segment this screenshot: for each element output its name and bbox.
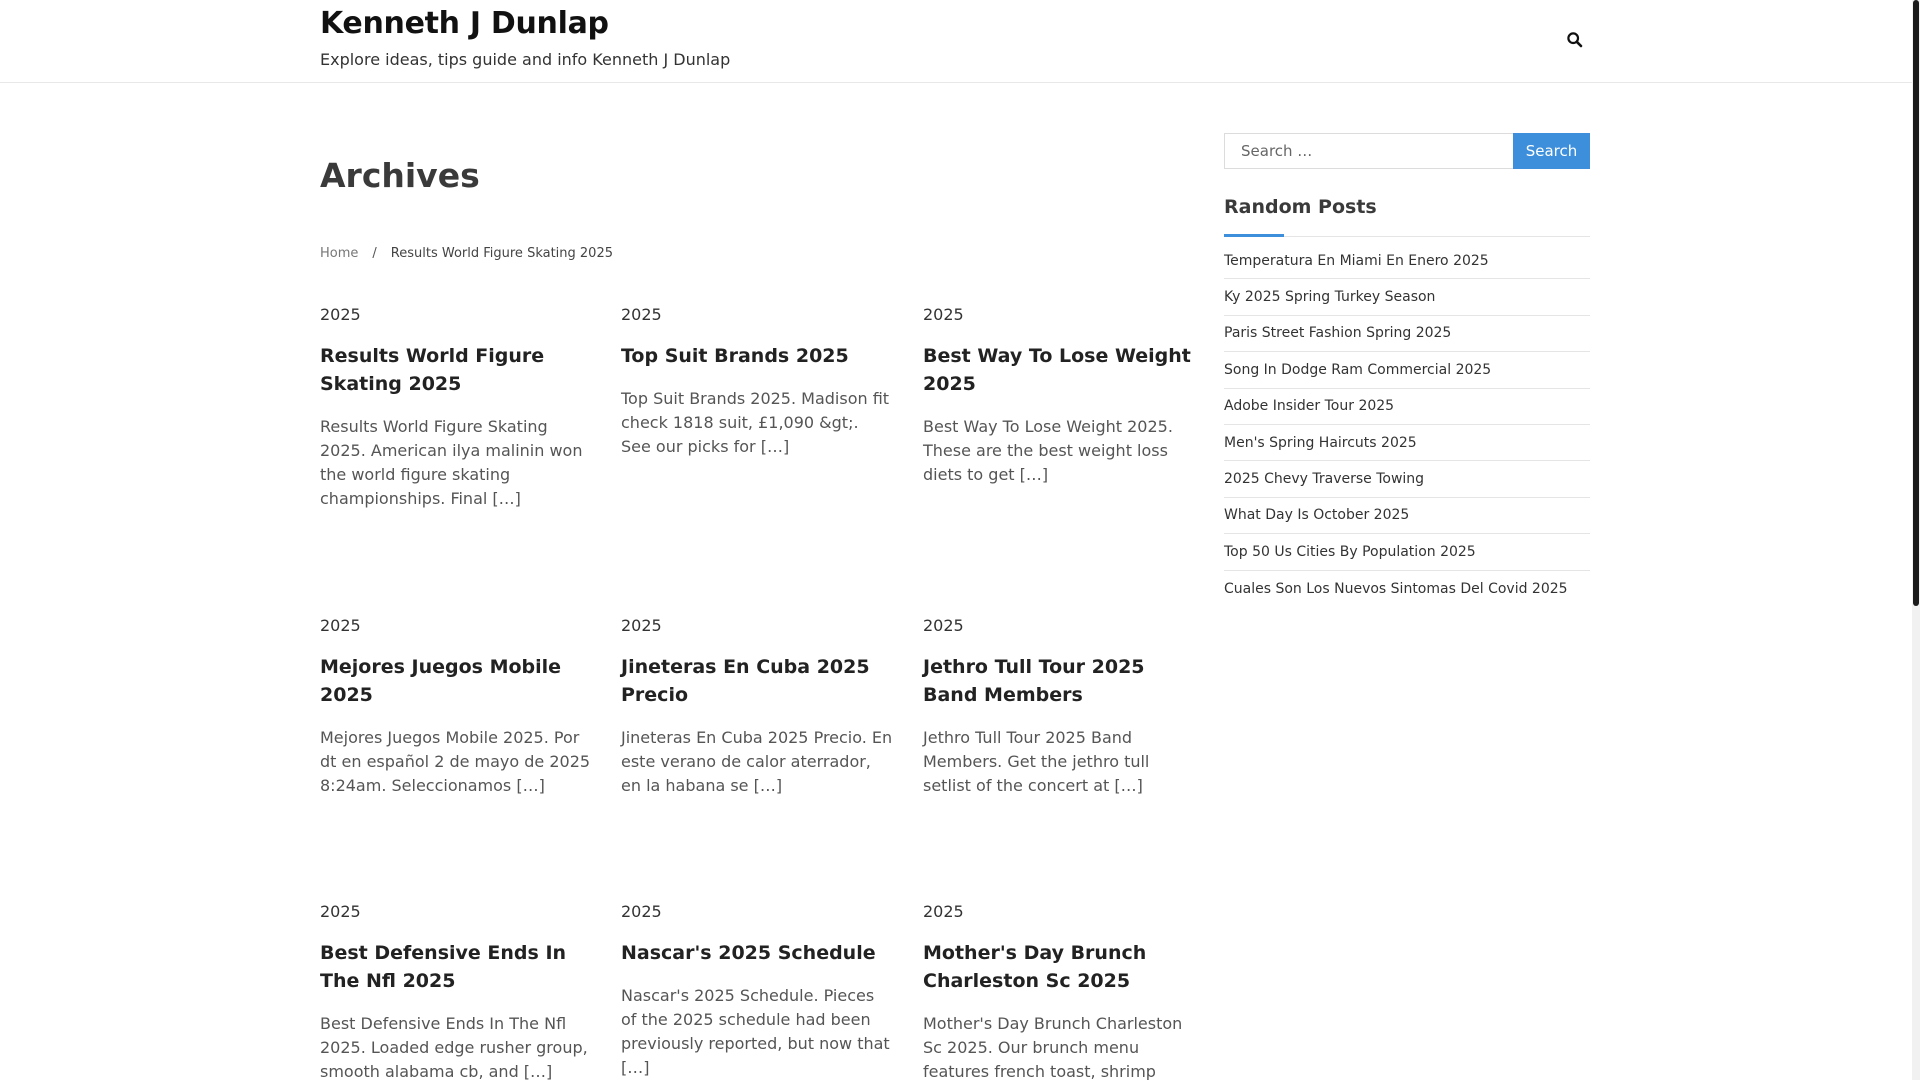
random-post-link[interactable]: Top 50 Us Cities By Population 2025 bbox=[1224, 534, 1590, 571]
post-title[interactable]: Jineteras En Cuba 2025 Precio bbox=[621, 653, 893, 709]
post-excerpt: Mejores Juegos Mobile 2025. Por dt en es… bbox=[320, 728, 591, 795]
random-post-link[interactable]: Cuales Son Los Nuevos Sintomas Del Covid… bbox=[1224, 571, 1590, 607]
widget-accent-bar bbox=[1224, 234, 1284, 237]
sidebar-search-form: Search bbox=[1224, 133, 1590, 169]
post-card: 2025 Jethro Tull Tour 2025 Band Members … bbox=[923, 614, 1195, 798]
post-category[interactable]: 2025 bbox=[320, 614, 592, 638]
random-post-link[interactable]: Men's Spring Haircuts 2025 bbox=[1224, 425, 1590, 462]
post-card: 2025 Jineteras En Cuba 2025 Precio Jinet… bbox=[621, 614, 893, 798]
post-title[interactable]: Mejores Juegos Mobile 2025 bbox=[320, 653, 592, 709]
random-post-link[interactable]: What Day Is October 2025 bbox=[1224, 498, 1590, 535]
post-excerpt: Top Suit Brands 2025. Madison fit check … bbox=[621, 389, 890, 456]
post-category[interactable]: 2025 bbox=[621, 900, 893, 924]
post-excerpt: Jineteras En Cuba 2025 Precio. En este v… bbox=[621, 728, 893, 795]
post-title[interactable]: Best Defensive Ends In The Nfl 2025 bbox=[320, 939, 592, 995]
post-excerpt: Mother's Day Brunch Charleston Sc 2025. … bbox=[923, 1014, 1183, 1080]
post-category[interactable]: 2025 bbox=[320, 303, 592, 327]
post-title[interactable]: Jethro Tull Tour 2025 Band Members bbox=[923, 653, 1195, 709]
breadcrumb: Home / Results World Figure Skating 2025 bbox=[320, 246, 613, 261]
post-excerpt: Nascar's 2025 Schedule. Pieces of the 20… bbox=[621, 986, 890, 1077]
scrollbar-thumb[interactable] bbox=[1913, 0, 1919, 606]
random-posts-list: Temperatura En Miami En Enero 2025 Ky 20… bbox=[1224, 243, 1590, 607]
post-title[interactable]: Top Suit Brands 2025 bbox=[621, 342, 893, 370]
post-title[interactable]: Results World Figure Skating 2025 bbox=[320, 342, 592, 398]
post-card: 2025 Mother's Day Brunch Charleston Sc 2… bbox=[923, 900, 1195, 1080]
site-header: Kenneth J Dunlap Explore ideas, tips gui… bbox=[0, 0, 1912, 83]
random-post-link[interactable]: 2025 Chevy Traverse Towing bbox=[1224, 461, 1590, 498]
post-title[interactable]: Best Way To Lose Weight 2025 bbox=[923, 342, 1195, 398]
post-card: 2025 Results World Figure Skating 2025 R… bbox=[320, 303, 592, 511]
search-button[interactable]: Search bbox=[1513, 133, 1590, 169]
post-category[interactable]: 2025 bbox=[320, 900, 592, 924]
random-post-link[interactable]: Ky 2025 Spring Turkey Season bbox=[1224, 279, 1590, 316]
post-title[interactable]: Mother's Day Brunch Charleston Sc 2025 bbox=[923, 939, 1195, 995]
post-excerpt: Best Way To Lose Weight 2025. These are … bbox=[923, 417, 1173, 484]
breadcrumb-separator: / bbox=[372, 246, 377, 261]
post-category[interactable]: 2025 bbox=[621, 303, 893, 327]
post-excerpt: Jethro Tull Tour 2025 Band Members. Get … bbox=[923, 728, 1150, 795]
post-category[interactable]: 2025 bbox=[923, 303, 1195, 327]
post-card: 2025 Nascar's 2025 Schedule Nascar's 202… bbox=[621, 900, 893, 1080]
post-category[interactable]: 2025 bbox=[621, 614, 893, 638]
random-post-link[interactable]: Temperatura En Miami En Enero 2025 bbox=[1224, 243, 1590, 280]
search-input[interactable] bbox=[1224, 133, 1514, 169]
post-excerpt: Results World Figure Skating 2025. Ameri… bbox=[320, 417, 583, 508]
site-description: Explore ideas, tips guide and info Kenne… bbox=[320, 50, 731, 69]
post-card: 2025 Best Way To Lose Weight 2025 Best W… bbox=[923, 303, 1195, 487]
post-category[interactable]: 2025 bbox=[923, 900, 1195, 924]
post-category[interactable]: 2025 bbox=[923, 614, 1195, 638]
post-card: 2025 Top Suit Brands 2025 Top Suit Brand… bbox=[621, 303, 893, 459]
random-post-link[interactable]: Adobe Insider Tour 2025 bbox=[1224, 389, 1590, 425]
breadcrumb-current: Results World Figure Skating 2025 bbox=[390, 246, 613, 261]
site-title[interactable]: Kenneth J Dunlap bbox=[320, 6, 609, 41]
random-post-link[interactable]: Paris Street Fashion Spring 2025 bbox=[1224, 316, 1590, 353]
post-title[interactable]: Nascar's 2025 Schedule bbox=[621, 939, 893, 967]
widget-title: Random Posts bbox=[1224, 196, 1377, 218]
post-card: 2025 Mejores Juegos Mobile 2025 Mejores … bbox=[320, 614, 592, 798]
search-icon[interactable] bbox=[1566, 31, 1584, 49]
post-excerpt: Best Defensive Ends In The Nfl 2025. Loa… bbox=[320, 1014, 588, 1080]
random-post-link[interactable]: Song In Dodge Ram Commercial 2025 bbox=[1224, 352, 1590, 389]
post-card: 2025 Best Defensive Ends In The Nfl 2025… bbox=[320, 900, 592, 1080]
page-title: Archives bbox=[320, 156, 480, 195]
breadcrumb-home-link[interactable]: Home bbox=[320, 246, 358, 261]
